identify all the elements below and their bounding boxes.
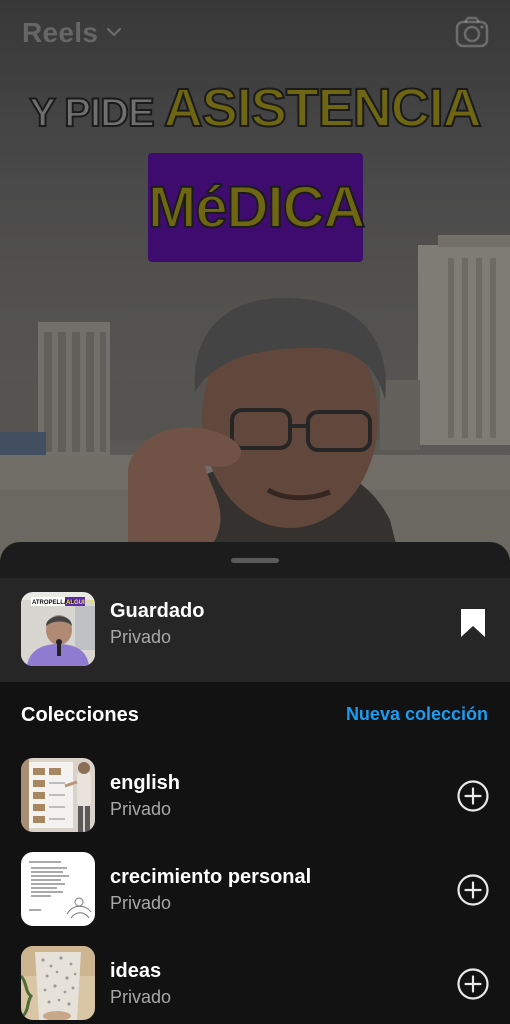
camera-icon[interactable] [455,16,489,48]
collection-thumbnail-image [21,852,95,926]
saved-collection-row[interactable]: ATROPELLA A ALGUIEN Guardado Privado [0,578,510,682]
svg-text:ALGUIEN: ALGUIEN [66,600,93,606]
saved-thumbnail: ATROPELLA A ALGUIEN [21,592,95,666]
sheet-drag-handle[interactable] [231,558,279,563]
reels-title[interactable]: Reels [22,17,98,49]
bookmark-filled-icon[interactable] [460,608,486,638]
caption-text-white: Y PIDE [28,90,164,136]
video-caption-line-2: MéDICA [147,174,366,241]
plus-circle-icon[interactable] [457,968,489,1000]
collection-thumbnail-image [21,758,95,832]
chevron-down-icon[interactable] [106,24,122,40]
collection-item-english[interactable]: english Privado [0,758,510,852]
collection-thumbnail-image [21,946,95,1020]
reel-video[interactable]: Reels Y PIDE ASISTENCIA MéDICA [0,0,510,560]
collection-thumbnail [21,852,95,926]
collection-thumbnail [21,758,95,832]
saved-title: Guardado [110,600,205,622]
collection-privacy: Privado [110,893,172,913]
collection-name: english [110,772,181,794]
collection-privacy: Privado [110,799,172,819]
video-caption-line-1: Y PIDE ASISTENCIA [0,76,510,145]
collections-heading: Colecciones [21,704,139,726]
collection-item-ideas[interactable]: ideas Privado [0,946,510,1024]
collections-section: Colecciones Nueva colección english Priv… [0,682,510,1024]
collection-name: crecimiento personal [110,866,312,888]
new-collection-button[interactable]: Nueva colección [346,704,488,725]
saved-thumbnail-image: ATROPELLA A ALGUIEN [21,592,95,666]
collection-thumbnail [21,946,95,1020]
caption-text-yellow: ASISTENCIA [163,77,483,139]
collection-name: ideas [110,960,162,982]
saved-privacy: Privado [110,627,172,647]
collection-privacy: Privado [110,987,172,1007]
plus-circle-icon[interactable] [457,780,489,812]
plus-circle-icon[interactable] [457,874,489,906]
reels-top-bar: Reels [0,0,510,66]
collection-item-crecimiento-personal[interactable]: crecimiento personal Privado [0,852,510,946]
save-to-collection-sheet: ATROPELLA A ALGUIEN Guardado Privado Col… [0,542,510,1024]
